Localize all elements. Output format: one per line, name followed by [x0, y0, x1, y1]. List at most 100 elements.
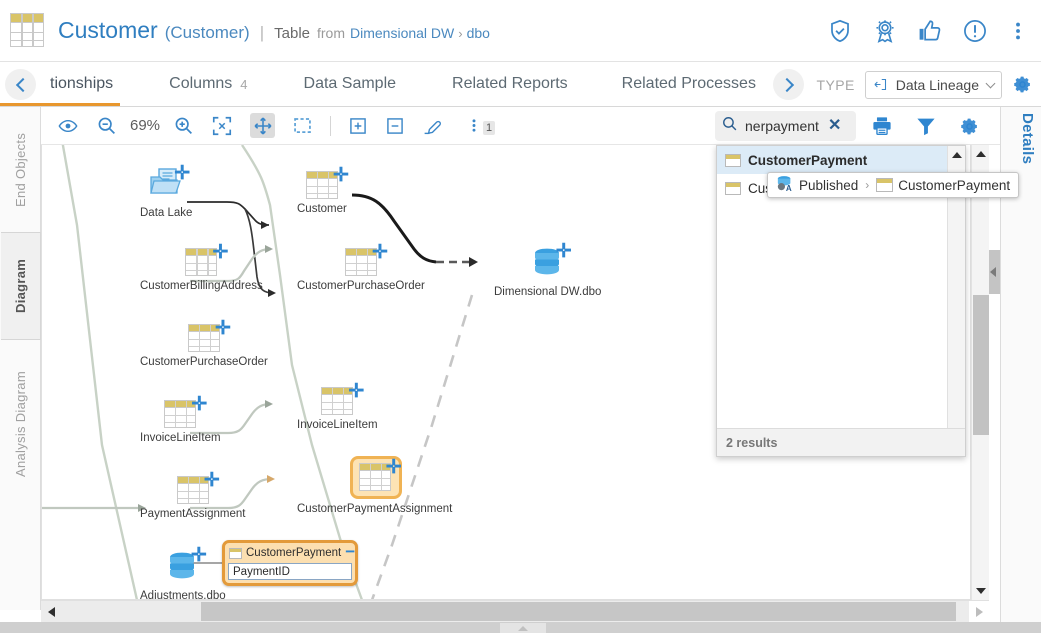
clear-search-icon[interactable]: ✕ — [828, 118, 841, 134]
thumbs-up-icon[interactable] — [917, 18, 943, 44]
expanded-node-customerpayment[interactable]: CustomerPayment − PaymentID — [222, 540, 358, 586]
scroll-right-button[interactable] — [969, 601, 989, 622]
lineage-icon — [874, 78, 886, 91]
tooltip-separator: › — [865, 178, 870, 192]
tooltip-source: Published — [799, 177, 859, 193]
tabs-scroll-right-button[interactable] — [773, 69, 804, 100]
diagram-search-box[interactable]: ✕ — [715, 111, 856, 141]
zoom-out-icon[interactable] — [96, 115, 117, 136]
search-result-item[interactable]: CustomerPayment — [717, 146, 965, 174]
chevron-left-icon — [15, 77, 30, 92]
expand-node-icon[interactable]: ✛ — [174, 164, 190, 183]
triangle-up-icon — [976, 151, 986, 157]
diagram-type-zone: TYPE Data Lineage — [817, 62, 1033, 107]
more-vertical-icon[interactable] — [1007, 18, 1029, 44]
tab-data-sample[interactable]: Data Sample — [264, 62, 413, 107]
tab-label: tionships — [50, 75, 114, 92]
highlighter-icon[interactable] — [422, 115, 443, 136]
vtab-diagram[interactable]: Diagram — [1, 232, 41, 340]
filter-icon[interactable] — [915, 115, 937, 137]
details-panel-tab[interactable]: Details — [1019, 113, 1036, 164]
tabs-scroll-left-button[interactable] — [5, 69, 36, 100]
node-customerpurchaseorder-right[interactable]: ✛ CustomerPurchaseOrder — [297, 243, 425, 292]
toolbar-divider — [330, 115, 332, 136]
print-icon[interactable] — [871, 115, 893, 137]
zoom-in-icon[interactable] — [173, 115, 194, 136]
gear-icon[interactable] — [1012, 74, 1033, 95]
shield-check-icon[interactable] — [827, 18, 853, 44]
expand-all-icon[interactable] — [348, 116, 368, 136]
node-label: Dimensional DW.dbo — [494, 286, 602, 298]
table-icon-highlighted: ✛ — [349, 456, 402, 499]
node-label: InvoiceLineItem — [297, 419, 378, 431]
expand-node-icon[interactable]: ✛ — [386, 458, 402, 477]
zoom-level[interactable]: 69% — [130, 117, 160, 134]
fit-to-screen-icon[interactable] — [211, 115, 233, 137]
vtab-label: Analysis Diagram — [13, 371, 28, 478]
expanded-node-title: CustomerPayment — [246, 547, 342, 559]
expand-node-icon[interactable]: ✛ — [215, 319, 231, 338]
app-header: Customer (Customer) | Table from Dimensi… — [0, 0, 1041, 62]
node-invoicelineitem-right[interactable]: ✛ InvoiceLineItem — [297, 382, 378, 431]
scroll-down-button[interactable] — [972, 582, 990, 600]
expand-node-icon[interactable]: ✛ — [372, 243, 388, 262]
expand-node-icon[interactable]: ✛ — [348, 382, 364, 401]
node-customerbillingaddress[interactable]: ✛ CustomerBillingAddress — [140, 243, 263, 292]
pan-move-icon[interactable] — [250, 113, 276, 138]
marquee-select-icon[interactable] — [292, 115, 313, 136]
canvas-horizontal-scrollbar[interactable] — [41, 600, 989, 622]
node-customer[interactable]: ✛ Customer — [297, 166, 349, 215]
dropdown-scroll-up-button[interactable] — [948, 146, 966, 164]
table-icon: ✛ — [185, 243, 228, 276]
tab-related-processes[interactable]: Related Processes — [584, 62, 772, 107]
gear-icon[interactable] — [959, 116, 980, 137]
vtab-analysis-diagram[interactable]: Analysis Diagram — [0, 352, 41, 497]
from-label: from — [317, 25, 345, 41]
bottom-collapse-handle[interactable] — [500, 623, 546, 633]
scroll-up-button[interactable] — [972, 145, 990, 163]
vertical-scroll-thumb[interactable] — [973, 295, 989, 435]
node-adjustments-dbo[interactable]: ✛ Adjustments.dbo — [140, 546, 226, 599]
scroll-left-button[interactable] — [41, 601, 61, 622]
award-ribbon-icon[interactable] — [872, 18, 898, 44]
canvas-vertical-scrollbar[interactable] — [971, 145, 989, 600]
toolbar-overflow-button[interactable]: 1 — [466, 115, 496, 136]
database-icon: ✛ — [532, 242, 572, 282]
horizontal-scroll-thumb[interactable] — [201, 602, 956, 621]
triangle-left-icon — [990, 267, 996, 277]
tab-relationships[interactable]: tionships — [34, 62, 129, 107]
node-data-lake[interactable]: ✛ Data Lake — [140, 164, 192, 219]
collapse-all-icon[interactable] — [385, 116, 405, 136]
node-label: InvoiceLineItem — [140, 432, 221, 444]
warning-circle-icon[interactable] — [962, 18, 988, 44]
database-icon: ✛ — [167, 546, 207, 586]
expand-node-icon[interactable]: ✛ — [191, 546, 207, 565]
node-paymentassignment[interactable]: ✛ PaymentAssignment — [140, 471, 245, 520]
entity-name: Customer — [58, 17, 158, 43]
search-result-label: CustomerPayment — [748, 152, 868, 168]
source-link[interactable]: Dimensional DW — [350, 25, 454, 41]
node-dimensional-dw-dbo[interactable]: ✛ Dimensional DW.dbo — [494, 242, 602, 298]
expand-node-icon[interactable]: ✛ — [191, 395, 207, 414]
schema-link[interactable]: dbo — [467, 25, 490, 41]
collapse-node-icon[interactable]: − — [345, 543, 355, 560]
search-results-footer: 2 results — [717, 428, 965, 456]
tab-columns[interactable]: Columns 4 — [129, 62, 263, 107]
tab-related-reports[interactable]: Related Reports — [412, 62, 584, 107]
eye-icon[interactable] — [57, 116, 79, 136]
node-invoicelineitem-left[interactable]: ✛ InvoiceLineItem — [140, 395, 221, 444]
node-customerpaymentassignment[interactable]: ✛ CustomerPaymentAssignment — [297, 456, 452, 515]
table-icon: ✛ — [187, 319, 231, 352]
vtab-end-objects[interactable]: End Objects — [0, 117, 41, 222]
page-title: Customer (Customer) | Table from Dimensi… — [58, 17, 827, 44]
expand-node-icon[interactable]: ✛ — [333, 166, 349, 185]
expand-node-icon[interactable]: ✛ — [212, 243, 228, 262]
expand-node-icon[interactable]: ✛ — [204, 471, 220, 490]
node-customerpurchaseorder-left[interactable]: ✛ CustomerPurchaseOrder — [140, 319, 268, 368]
expanded-node-column[interactable]: PaymentID — [228, 563, 352, 580]
tab-bar: tionships Columns 4 Data Sample Related … — [0, 62, 1041, 107]
expand-node-icon[interactable]: ✛ — [556, 242, 572, 261]
search-input[interactable] — [743, 117, 828, 135]
table-icon — [725, 181, 741, 195]
diagram-type-select[interactable]: Data Lineage — [864, 70, 1002, 99]
